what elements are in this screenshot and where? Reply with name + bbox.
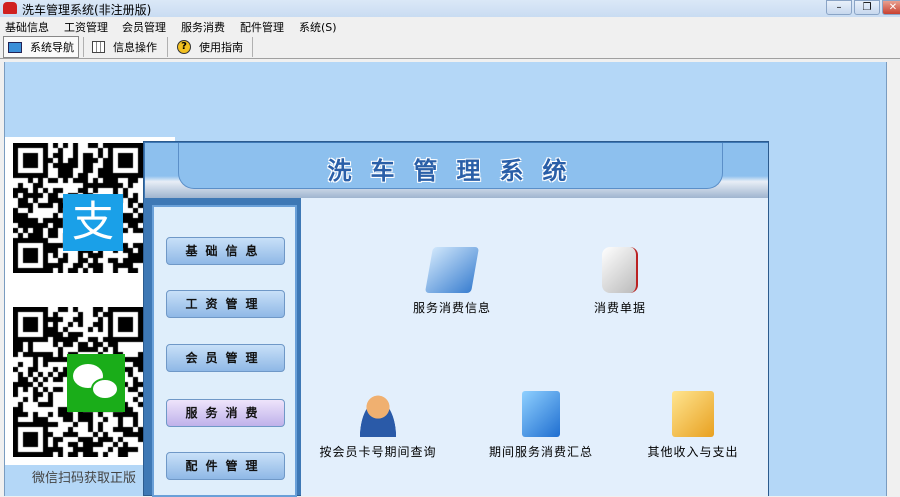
toolbar-system-nav[interactable]: 系统导航: [3, 36, 79, 58]
app-title: 洗车管理系统: [327, 157, 586, 185]
other-income-item[interactable]: 其他收入与支出: [603, 391, 783, 460]
nav-member[interactable]: 会员管理: [166, 344, 285, 372]
menu-service[interactable]: 服务消费: [181, 19, 225, 35]
menu-member[interactable]: 会员管理: [122, 19, 166, 35]
content-panel: 服务消费信息 消费单据 按会员卡号期间查询 期间服务消费汇总 其他收入与支出: [301, 198, 768, 496]
coins-folder-icon: [672, 391, 714, 437]
toolbar-label: 使用指南: [199, 41, 243, 54]
nav-basic-info[interactable]: 基础信息: [166, 237, 285, 265]
toolbar-label: 系统导航: [30, 41, 74, 54]
window-title: 洗车管理系统(非注册版): [22, 3, 152, 17]
nav-parts[interactable]: 配件管理: [166, 452, 285, 480]
toolbar-label: 信息操作: [113, 41, 157, 54]
item-label: 消费单据: [593, 301, 646, 315]
toolbar: 系统导航 信息操作 ? 使用指南: [0, 34, 900, 59]
scroll-icon: [602, 247, 638, 293]
restore-button[interactable]: ❐: [854, 0, 880, 15]
close-button[interactable]: ✕: [882, 0, 900, 15]
minimize-button[interactable]: –: [826, 0, 852, 15]
member-card-query-item[interactable]: 按会员卡号期间查询: [288, 391, 468, 460]
nav-salary[interactable]: 工资管理: [166, 290, 285, 318]
car-wash-main-window: 洗车管理系统 基础信息 工资管理 会员管理 服务消费 配件管理 服务消费信息 消…: [143, 141, 769, 497]
monitor-icon: [8, 41, 22, 53]
nav-service[interactable]: 服务消费: [166, 399, 285, 427]
blue-folder-icon: [522, 391, 560, 437]
qr-caption: 微信扫码获取正版: [32, 471, 137, 486]
menu-basic-info[interactable]: 基础信息: [5, 19, 49, 35]
item-label: 其他收入与支出: [647, 445, 739, 459]
title-bar: 洗车管理系统(非注册版) – ❐ ✕: [0, 0, 900, 17]
menu-salary[interactable]: 工资管理: [64, 19, 108, 35]
item-label: 服务消费信息: [412, 301, 491, 315]
menu-parts[interactable]: 配件管理: [240, 19, 284, 35]
grid-icon: [92, 41, 105, 53]
header: 洗车管理系统: [145, 143, 768, 198]
wechat-logo-icon: [67, 354, 125, 412]
user-search-icon: [355, 391, 401, 437]
receipt-item[interactable]: 消费单据: [530, 247, 710, 316]
menu-system[interactable]: 系统(S): [299, 19, 337, 35]
nav-panel: 基础信息 工资管理 会员管理 服务消费 配件管理: [152, 205, 297, 497]
service-info-item[interactable]: 服务消费信息: [362, 247, 542, 316]
toolbar-info-ops[interactable]: 信息操作: [88, 36, 161, 58]
menu-bar: 基础信息 工资管理 会员管理 服务消费 配件管理 系统(S): [0, 17, 900, 34]
help-icon: ?: [177, 40, 191, 54]
alipay-logo-icon: 支: [63, 194, 123, 251]
car-app-icon: [3, 2, 17, 14]
document-pen-icon: [424, 247, 480, 293]
item-label: 按会员卡号期间查询: [319, 445, 437, 459]
toolbar-user-guide[interactable]: ? 使用指南: [173, 36, 247, 58]
